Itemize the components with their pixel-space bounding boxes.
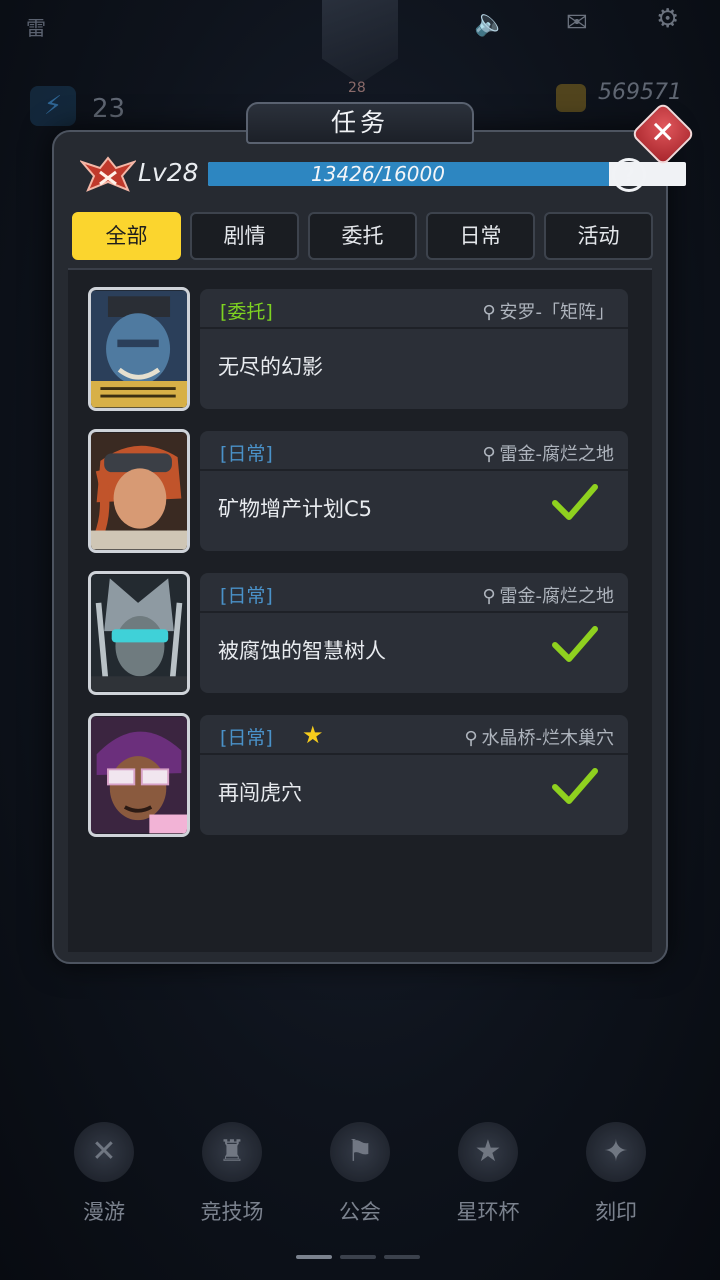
sound-icon[interactable]: 🔈 xyxy=(474,8,506,38)
quest-portrait xyxy=(88,287,190,411)
quest-location: ⚲ 水晶桥-烂木巢穴 xyxy=(464,728,614,749)
check-icon xyxy=(552,768,598,804)
quest-item[interactable]: [委托] ⚲ 安罗-「矩阵」 无尽的幻影 xyxy=(88,287,628,411)
energy-icon: ⚡ xyxy=(30,86,76,126)
visor-knight-portrait-icon xyxy=(91,574,187,692)
trophy-icon: ★ xyxy=(458,1122,518,1182)
quest-card: [日常] ★ ⚲ 水晶桥-烂木巢穴 再闯虎穴 xyxy=(200,715,628,835)
nav-label: 星环杯 xyxy=(456,1200,520,1224)
roam-icon: ✕ xyxy=(74,1122,134,1182)
quest-type-tag: [日常] xyxy=(220,585,273,607)
tab-event[interactable]: 活动 xyxy=(544,212,653,260)
quest-name: 被腐蚀的智慧树人 xyxy=(218,639,386,663)
dialog-title: 任务 xyxy=(330,108,389,137)
nav-label: 竞技场 xyxy=(200,1200,264,1224)
location-pin-icon: ⚲ xyxy=(482,444,496,465)
xp-text: 13426/16000 xyxy=(311,162,445,186)
quest-card: [委托] ⚲ 安罗-「矩阵」 无尽的幻影 xyxy=(200,289,628,409)
nav-item-engrave[interactable]: ✦ 刻印 xyxy=(556,1110,676,1280)
player-avatar[interactable] xyxy=(322,0,398,84)
gear-icon[interactable]: ⚙ xyxy=(656,4,679,34)
mail-icon[interactable]: ✉ xyxy=(566,8,588,38)
check-icon xyxy=(552,626,598,662)
check-icon xyxy=(552,484,598,520)
help-button[interactable]: ? xyxy=(612,158,646,192)
location-pin-icon: ⚲ xyxy=(482,302,496,323)
guild-banner-icon: ⚑ xyxy=(330,1122,390,1182)
nav-item-arena[interactable]: ♜ 竞技场 xyxy=(172,1110,292,1280)
star-icon: ★ xyxy=(302,721,324,749)
coin-count: 569571 xyxy=(598,80,682,105)
quest-portrait xyxy=(88,571,190,695)
quest-portrait xyxy=(88,429,190,553)
glasses-man-portrait-icon xyxy=(91,716,187,834)
compass-star-icon: ✦ xyxy=(586,1122,646,1182)
quest-card: [日常] ⚲ 雷金-腐烂之地 矿物增产计划C5 xyxy=(200,431,628,551)
quest-location: ⚲ 雷金-腐烂之地 xyxy=(482,444,614,465)
hud-corner-label: 雷 xyxy=(26,16,46,40)
dialog-title-plate: 任务 xyxy=(246,102,474,144)
nav-label: 公会 xyxy=(339,1200,381,1224)
quest-location: ⚲ 雷金-腐烂之地 xyxy=(482,586,614,607)
quest-item[interactable]: [日常] ⚲ 雷金-腐烂之地 矿物增产计划C5 xyxy=(88,429,628,553)
quest-item[interactable]: [日常] ★ ⚲ 水晶桥-烂木巢穴 再闯虎穴 xyxy=(88,713,628,837)
arena-icon: ♜ xyxy=(202,1122,262,1182)
nav-item-starring-cup[interactable]: ★ 星环杯 xyxy=(428,1110,548,1280)
tab-daily[interactable]: 日常 xyxy=(426,212,535,260)
goggles-girl-portrait-icon xyxy=(91,432,187,550)
page-indicator xyxy=(296,1255,420,1259)
quest-tabs: 全部 剧情 委托 日常 活动 xyxy=(72,212,653,260)
quest-portrait xyxy=(88,713,190,837)
tab-story[interactable]: 剧情 xyxy=(190,212,299,260)
quest-card: [日常] ⚲ 雷金-腐烂之地 被腐蚀的智慧树人 xyxy=(200,573,628,693)
quest-name: 矿物增产计划C5 xyxy=(218,497,373,521)
player-avatar-level: 28 xyxy=(348,80,366,96)
location-pin-icon: ⚲ xyxy=(464,728,478,749)
nav-label: 漫游 xyxy=(83,1200,125,1224)
nav-item-roam[interactable]: ✕ 漫游 xyxy=(44,1110,164,1280)
rank-badge-icon xyxy=(80,156,136,192)
quest-item[interactable]: [日常] ⚲ 雷金-腐烂之地 被腐蚀的智慧树人 xyxy=(88,571,628,695)
location-pin-icon: ⚲ xyxy=(482,586,496,607)
close-icon: ✕ xyxy=(650,115,676,151)
quest-type-tag: [日常] xyxy=(220,443,273,465)
quest-type-tag: [委托] xyxy=(220,301,273,323)
quest-name: 再闯虎穴 xyxy=(218,781,302,805)
quest-type-tag: [日常] xyxy=(220,727,273,749)
player-level: Lv28 xyxy=(138,158,199,187)
nav-label: 刻印 xyxy=(595,1200,637,1224)
orc-portrait-icon xyxy=(91,290,187,408)
quest-name: 无尽的幻影 xyxy=(218,355,323,379)
quest-location: ⚲ 安罗-「矩阵」 xyxy=(482,302,614,323)
tab-all[interactable]: 全部 xyxy=(72,212,181,260)
level-row: Lv28 13426/16000 ? xyxy=(80,150,686,200)
tab-commission[interactable]: 委托 xyxy=(308,212,417,260)
coin-stack-icon xyxy=(556,84,586,112)
energy-value: 23 xyxy=(92,94,126,124)
